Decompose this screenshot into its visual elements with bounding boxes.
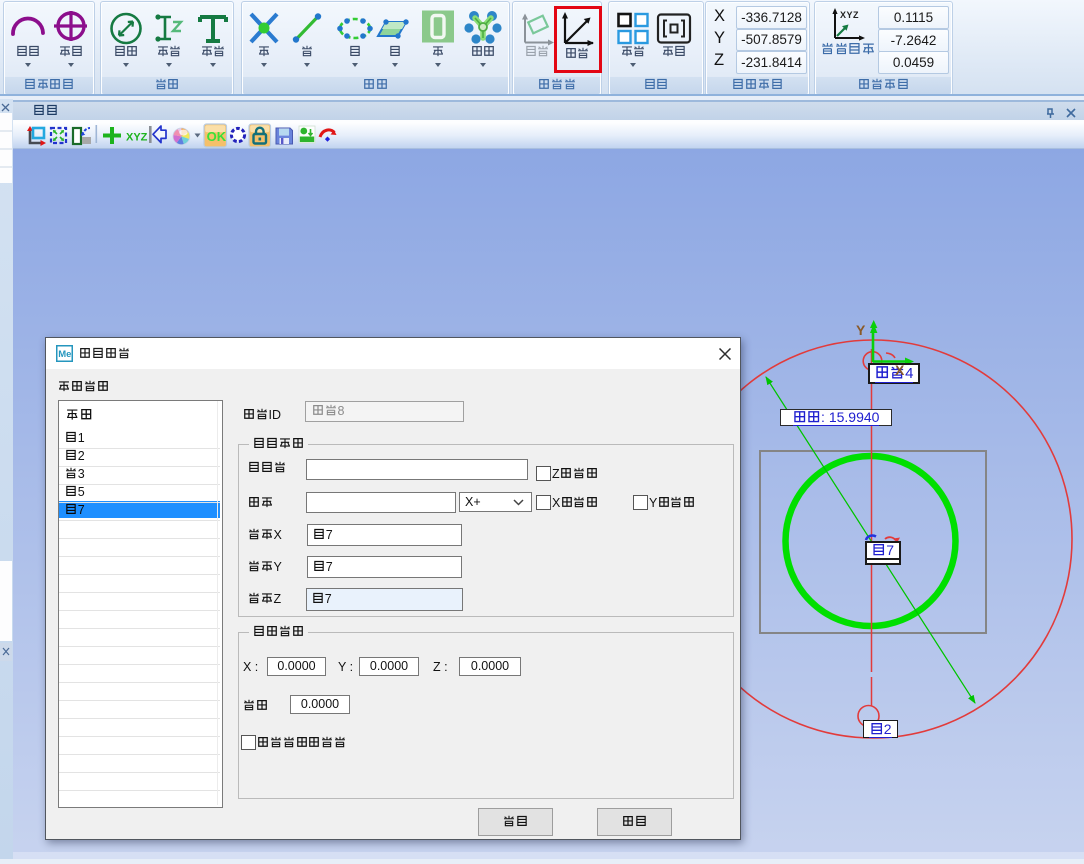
svg-text:OK: OK xyxy=(207,129,227,144)
svg-text:XYZ: XYZ xyxy=(126,132,148,144)
svg-text:Y: Y xyxy=(856,322,866,338)
svg-text:Me: Me xyxy=(58,349,71,360)
